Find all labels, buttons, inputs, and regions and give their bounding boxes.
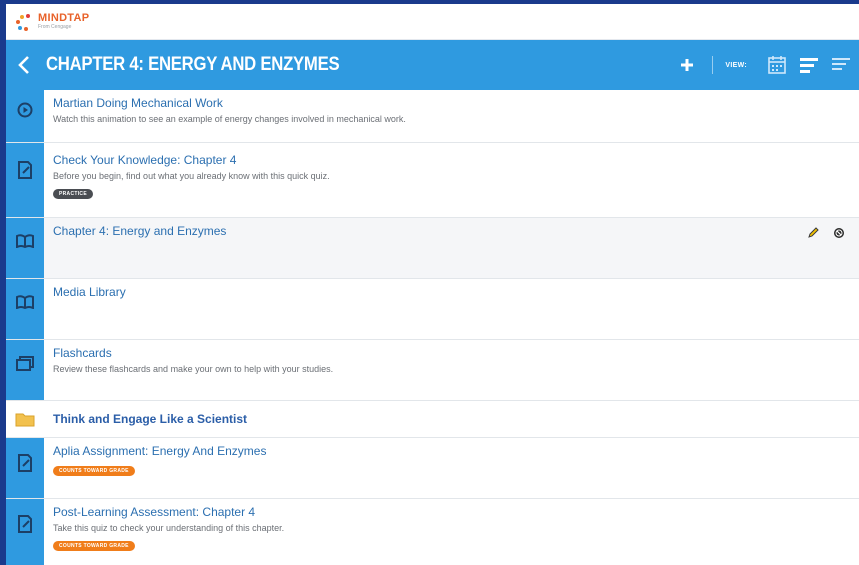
item-title[interactable]: Media Library [53, 285, 859, 299]
book-icon [16, 234, 34, 248]
back-button[interactable] [6, 40, 42, 90]
brand-bar: MINDTAP From Cengage [6, 4, 859, 40]
list-item[interactable]: Aplia Assignment: Energy And Enzymes COU… [6, 438, 859, 499]
pencil-icon [808, 227, 819, 238]
item-title[interactable]: Martian Doing Mechanical Work [53, 96, 859, 110]
grade-badge: COUNTS TOWARD GRADE [53, 541, 135, 551]
item-title[interactable]: Aplia Assignment: Energy And Enzymes [53, 444, 859, 458]
item-title[interactable]: Post-Learning Assessment: Chapter 4 [53, 505, 859, 519]
chapter-header: CHAPTER 4: ENERGY AND ENZYMES VIEW: [6, 40, 859, 90]
list-item[interactable]: Chapter 4: Energy and Enzymes [6, 218, 859, 279]
item-description: Watch this animation to see an example o… [53, 114, 406, 124]
plus-icon [681, 59, 694, 71]
compact-view-button[interactable] [829, 53, 853, 77]
item-title[interactable]: Check Your Knowledge: Chapter 4 [53, 153, 859, 167]
activity-list: Martian Doing Mechanical Work Watch this… [6, 90, 859, 565]
list-item[interactable]: Post-Learning Assessment: Chapter 4 Take… [6, 499, 859, 565]
compact-list-icon [832, 58, 850, 70]
item-description: Review these flashcards and make your ow… [53, 364, 334, 374]
list-item[interactable]: Check Your Knowledge: Chapter 4 Before y… [6, 143, 859, 218]
list-view-icon [800, 58, 818, 73]
brand-name: MINDTAP [38, 12, 90, 24]
app-frame: MINDTAP From Cengage CHAPTER 4: ENERGY A… [6, 4, 859, 565]
hide-button[interactable] [833, 226, 845, 244]
list-item[interactable]: Flashcards Review these flashcards and m… [6, 340, 859, 401]
add-button[interactable] [676, 54, 698, 76]
flashcards-icon [16, 356, 34, 371]
quiz-icon [18, 515, 32, 533]
block-icon [834, 228, 844, 238]
item-description: Take this quiz to check your understandi… [53, 523, 285, 533]
book-icon [16, 295, 34, 309]
section-header[interactable]: Think and Engage Like a Scientist [6, 401, 859, 438]
section-title[interactable]: Think and Engage Like a Scientist [53, 412, 859, 426]
view-label: VIEW: [725, 61, 747, 69]
calendar-view-button[interactable] [765, 53, 789, 77]
folder-icon [15, 413, 35, 427]
play-circle-icon [17, 102, 33, 118]
mindtap-logo-icon [14, 11, 36, 33]
grade-badge: COUNTS TOWARD GRADE [53, 466, 135, 476]
calendar-icon [768, 56, 786, 74]
chapter-title: CHAPTER 4: ENERGY AND ENZYMES [46, 54, 340, 75]
item-title[interactable]: Flashcards [53, 346, 859, 360]
chevron-left-icon [18, 56, 29, 74]
quiz-icon [18, 161, 32, 179]
list-item[interactable]: Martian Doing Mechanical Work Watch this… [6, 90, 859, 143]
list-view-button[interactable] [797, 53, 821, 77]
practice-badge: PRACTICE [53, 189, 93, 199]
list-item[interactable]: Media Library [6, 279, 859, 340]
edit-button[interactable] [807, 226, 819, 244]
item-title[interactable]: Chapter 4: Energy and Enzymes [53, 224, 859, 238]
quiz-icon [18, 454, 32, 472]
item-description: Before you begin, find out what you alre… [53, 171, 330, 181]
toolbar-divider [712, 56, 714, 74]
brand-tagline: From Cengage [38, 24, 72, 30]
